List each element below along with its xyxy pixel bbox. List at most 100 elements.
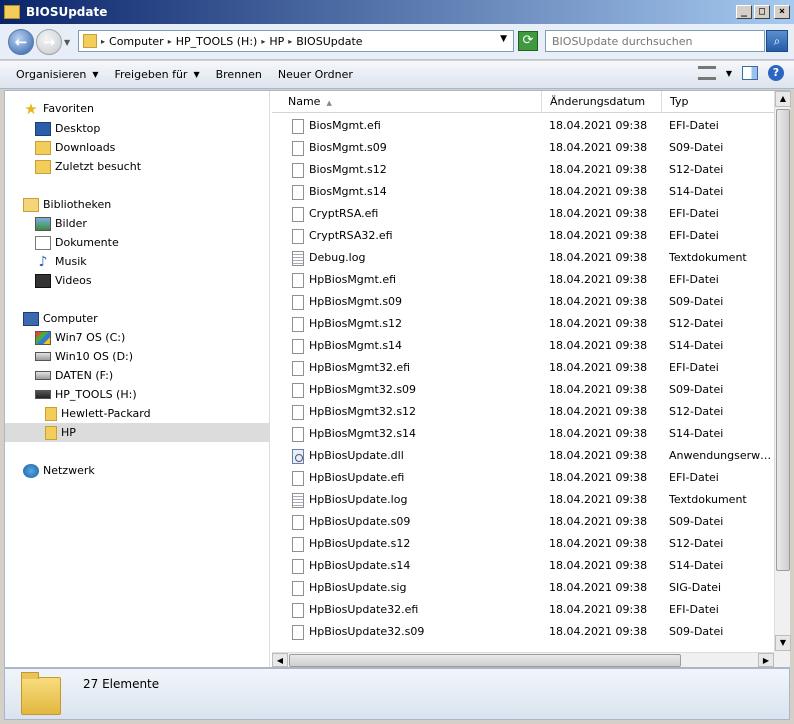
nav-pictures[interactable]: Bilder bbox=[35, 214, 87, 233]
recent-pages-dropdown[interactable]: ▼ bbox=[64, 38, 70, 47]
file-row[interactable]: Debug.log 18.04.2021 09:38 Textdokument bbox=[272, 247, 774, 269]
forward-button[interactable]: → bbox=[36, 29, 62, 55]
column-date[interactable]: Änderungsdatum bbox=[542, 91, 662, 113]
view-list-icon[interactable] bbox=[697, 66, 716, 80]
nav-drive-h[interactable]: HP_TOOLS (H:) bbox=[35, 385, 137, 404]
file-icon bbox=[292, 163, 304, 178]
nav-computer[interactable]: Computer bbox=[23, 309, 98, 328]
chevron-right-icon[interactable]: ▸ bbox=[261, 37, 265, 46]
file-type: Anwendungserweiterung bbox=[669, 449, 773, 462]
back-button[interactable]: ← bbox=[8, 29, 34, 55]
search-button[interactable]: ⌕ bbox=[766, 30, 788, 52]
file-type: S14-Datei bbox=[669, 185, 724, 198]
close-button[interactable]: × bbox=[774, 5, 790, 19]
nav-network[interactable]: Netzwerk bbox=[23, 461, 95, 480]
file-row[interactable]: BiosMgmt.efi 18.04.2021 09:38 EFI-Datei bbox=[272, 115, 774, 137]
file-name: HpBiosMgmt32.s14 bbox=[309, 427, 417, 440]
file-row[interactable]: HpBiosMgmt32.s09 18.04.2021 09:38 S09-Date… bbox=[272, 379, 774, 401]
nav-videos[interactable]: Videos bbox=[35, 271, 92, 290]
chevron-right-icon[interactable]: ▸ bbox=[168, 37, 172, 46]
file-row[interactable]: HpBiosUpdate.s14 18.04.2021 09:38 S14-Date… bbox=[272, 555, 774, 577]
vertical-scroll-thumb[interactable] bbox=[776, 109, 790, 571]
nav-music[interactable]: ♪ Musik bbox=[35, 252, 87, 271]
chevron-down-icon[interactable]: ▼ bbox=[726, 69, 732, 78]
search-input[interactable] bbox=[545, 30, 765, 52]
new-folder-button[interactable]: Neuer Ordner bbox=[278, 68, 353, 81]
file-type: S14-Datei bbox=[669, 427, 724, 440]
file-name: BiosMgmt.s09 bbox=[309, 141, 387, 154]
nav-drive-c[interactable]: Win7 OS (C:) bbox=[35, 328, 125, 347]
file-date: 18.04.2021 09:38 bbox=[549, 207, 648, 220]
file-row[interactable]: HpBiosUpdate.sig 18.04.2021 09:38 SIG-Date… bbox=[272, 577, 774, 599]
file-row[interactable]: HpBiosUpdate.s09 18.04.2021 09:38 S09-Date… bbox=[272, 511, 774, 533]
nav-label: Zuletzt besucht bbox=[55, 160, 142, 173]
file-icon bbox=[292, 559, 304, 574]
breadcrumb-hp-tools[interactable]: HP_TOOLS (H:) bbox=[176, 35, 258, 48]
file-row[interactable]: BiosMgmt.s12 18.04.2021 09:38 S12-Datei bbox=[272, 159, 774, 181]
nav-libraries[interactable]: Bibliotheken bbox=[23, 195, 111, 214]
file-type: Textdokument bbox=[669, 251, 747, 264]
column-type[interactable]: Typ bbox=[662, 91, 774, 113]
scroll-right-button[interactable]: ▶ bbox=[758, 653, 774, 667]
nav-drive-d[interactable]: Win10 OS (D:) bbox=[35, 347, 133, 366]
nav-recent[interactable]: Zuletzt besucht bbox=[35, 157, 141, 176]
horizontal-scroll-thumb[interactable] bbox=[289, 654, 681, 667]
title-bar[interactable]: BIOSUpdate _ □ × bbox=[0, 0, 794, 24]
scroll-down-button[interactable]: ▼ bbox=[775, 635, 791, 651]
nav-label: Downloads bbox=[55, 141, 116, 154]
chevron-right-icon[interactable]: ▸ bbox=[288, 37, 292, 46]
file-row[interactable]: HpBiosMgmt.s09 18.04.2021 09:38 S09-Datei bbox=[272, 291, 774, 313]
breadcrumb-biosupdate[interactable]: BIOSUpdate bbox=[296, 35, 362, 48]
nav-downloads[interactable]: Downloads bbox=[35, 138, 115, 157]
breadcrumb-computer[interactable]: Computer bbox=[109, 35, 164, 48]
file-row[interactable]: HpBiosMgmt32.efi 18.04.2021 09:38 EFI-Date… bbox=[272, 357, 774, 379]
chevron-down-icon[interactable]: ▼ bbox=[500, 34, 507, 44]
file-row[interactable]: BiosMgmt.s14 18.04.2021 09:38 S14-Datei bbox=[272, 181, 774, 203]
nav-hewlett-packard[interactable]: Hewlett-Packard bbox=[45, 404, 151, 423]
file-name: HpBiosUpdate.s12 bbox=[309, 537, 411, 550]
file-row[interactable]: HpBiosUpdate.log 18.04.2021 09:38 Textdoku… bbox=[272, 489, 774, 511]
scroll-up-button[interactable]: ▲ bbox=[775, 91, 791, 107]
file-row[interactable]: CryptRSA32.efi 18.04.2021 09:38 EFI-Datei bbox=[272, 225, 774, 247]
chevron-right-icon[interactable]: ▸ bbox=[101, 37, 105, 46]
breadcrumb-hp[interactable]: HP bbox=[269, 35, 284, 48]
file-date: 18.04.2021 09:38 bbox=[549, 449, 648, 462]
file-row[interactable]: HpBiosUpdate32.efi 18.04.2021 09:38 EFI-Da… bbox=[272, 599, 774, 621]
nav-drive-f[interactable]: DATEN (F:) bbox=[35, 366, 113, 385]
help-icon[interactable]: ? bbox=[768, 65, 784, 81]
file-row[interactable]: HpBiosMgmt.s12 18.04.2021 09:38 S12-Datei bbox=[272, 313, 774, 335]
file-row[interactable]: HpBiosMgmt.s14 18.04.2021 09:38 S14-Datei bbox=[272, 335, 774, 357]
file-row[interactable]: HpBiosUpdate.efi 18.04.2021 09:38 EFI-Date… bbox=[272, 467, 774, 489]
horizontal-scrollbar[interactable]: ◀ ▶ bbox=[272, 652, 774, 667]
file-row[interactable]: HpBiosUpdate.s12 18.04.2021 09:38 S12-Date… bbox=[272, 533, 774, 555]
scroll-left-button[interactable]: ◀ bbox=[272, 653, 288, 667]
file-row[interactable]: HpBiosUpdate32.s09 18.04.2021 09:38 S09-Da… bbox=[272, 621, 774, 643]
share-menu[interactable]: Freigeben für ▼ bbox=[114, 68, 199, 81]
file-row[interactable]: HpBiosMgmt32.s12 18.04.2021 09:38 S12-Date… bbox=[272, 401, 774, 423]
address-bar[interactable]: ▸ Computer ▸ HP_TOOLS (H:) ▸ HP ▸ BIOSUp… bbox=[78, 30, 514, 52]
file-type: S09-Datei bbox=[669, 141, 724, 154]
nav-label: Dokumente bbox=[55, 236, 119, 249]
preview-pane-icon[interactable] bbox=[742, 66, 758, 80]
nav-desktop[interactable]: Desktop bbox=[35, 119, 100, 138]
file-name: HpBiosMgmt32.efi bbox=[309, 361, 411, 374]
column-name[interactable]: Name ▲ bbox=[272, 91, 542, 113]
file-row[interactable]: BiosMgmt.s09 18.04.2021 09:38 S09-Datei bbox=[272, 137, 774, 159]
nav-documents[interactable]: Dokumente bbox=[35, 233, 119, 252]
burn-button[interactable]: Brennen bbox=[216, 68, 262, 81]
refresh-button[interactable]: ⟳ bbox=[518, 31, 538, 51]
nav-label: Desktop bbox=[55, 122, 101, 135]
file-name: Debug.log bbox=[309, 251, 366, 264]
file-row[interactable]: HpBiosMgmt32.s14 18.04.2021 09:38 S14-Date… bbox=[272, 423, 774, 445]
file-name: HpBiosUpdate.efi bbox=[309, 471, 405, 484]
nav-hp[interactable]: HP bbox=[5, 423, 269, 442]
vertical-scrollbar[interactable]: ▲ ▼ bbox=[774, 91, 791, 652]
organize-menu[interactable]: Organisieren ▼ bbox=[16, 68, 98, 81]
minimize-button[interactable]: _ bbox=[736, 5, 752, 19]
nav-favorites[interactable]: ★ Favoriten bbox=[23, 99, 94, 118]
file-row[interactable]: HpBiosUpdate.dll 18.04.2021 09:38 Anwendun… bbox=[272, 445, 774, 467]
maximize-button[interactable]: □ bbox=[754, 5, 770, 19]
file-icon bbox=[292, 471, 304, 486]
file-row[interactable]: HpBiosMgmt.efi 18.04.2021 09:38 EFI-Datei bbox=[272, 269, 774, 291]
file-row[interactable]: CryptRSA.efi 18.04.2021 09:38 EFI-Datei bbox=[272, 203, 774, 225]
